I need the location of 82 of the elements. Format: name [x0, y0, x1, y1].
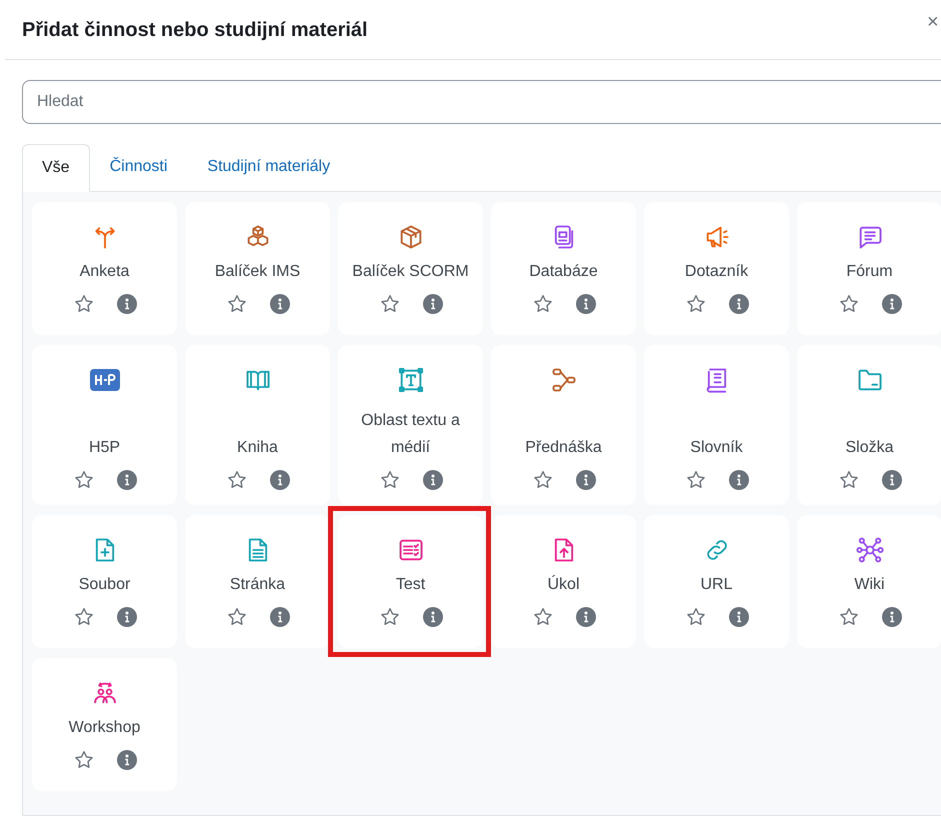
activity-label: Stránka: [228, 575, 286, 595]
activity-card[interactable]: Kniha: [185, 345, 330, 505]
activity-card[interactable]: Stránka: [185, 515, 330, 648]
info-icon[interactable]: [116, 470, 136, 490]
star-icon[interactable]: [226, 606, 248, 628]
activity-label: Dotazník: [684, 262, 750, 282]
tab[interactable]: Činnosti: [90, 143, 188, 191]
activity-label: Úkol: [546, 574, 580, 595]
star-icon[interactable]: [226, 469, 248, 491]
info-icon[interactable]: [728, 607, 748, 627]
tab[interactable]: Studijní materiály: [187, 143, 350, 191]
activity-card[interactable]: Úkol: [491, 515, 636, 648]
info-icon[interactable]: [270, 294, 290, 314]
info-icon[interactable]: [422, 470, 442, 490]
star-icon[interactable]: [72, 293, 94, 315]
activity-card[interactable]: Oblast textu a médií: [338, 345, 483, 505]
activity-label: Balíček IMS: [214, 262, 302, 282]
activity-label: Databáze: [528, 262, 599, 282]
activity-label: Přednáška: [524, 438, 603, 458]
info-icon[interactable]: [882, 294, 902, 314]
info-icon[interactable]: [422, 294, 442, 314]
activity-card[interactable]: H5P: [32, 345, 177, 505]
activity-label: Balíček SCORM: [351, 262, 470, 282]
activity-card[interactable]: Balíček IMS: [185, 202, 330, 335]
star-icon[interactable]: [532, 469, 554, 491]
info-icon[interactable]: [422, 607, 442, 627]
activity-label: Kniha: [236, 438, 279, 458]
activity-card[interactable]: URL: [644, 515, 789, 648]
star-icon[interactable]: [378, 606, 400, 628]
activity-label: URL: [699, 575, 734, 595]
activity-label: Složka: [844, 438, 895, 458]
activity-card[interactable]: Test: [338, 515, 483, 648]
star-icon[interactable]: [684, 293, 706, 315]
star-icon[interactable]: [838, 293, 860, 315]
info-icon[interactable]: [576, 294, 596, 314]
tab[interactable]: Vše: [22, 144, 90, 192]
activity-label: Anketa: [78, 262, 130, 282]
activity-label: Fórum: [845, 262, 894, 282]
info-icon[interactable]: [882, 470, 902, 490]
info-icon[interactable]: [116, 294, 136, 314]
activity-card[interactable]: Wiki: [797, 515, 941, 648]
activity-card[interactable]: Balíček SCORM: [338, 202, 483, 335]
activity-label: Soubor: [78, 575, 132, 595]
info-icon[interactable]: [270, 607, 290, 627]
activity-card[interactable]: Slovník: [644, 345, 789, 505]
star-icon[interactable]: [72, 606, 94, 628]
activity-card[interactable]: Složka: [797, 345, 941, 505]
info-icon[interactable]: [576, 470, 596, 490]
star-icon[interactable]: [378, 293, 400, 315]
activity-label: Test: [394, 575, 426, 595]
search-field[interactable]: Hledat: [22, 80, 941, 124]
star-icon[interactable]: [378, 469, 400, 491]
activity-card[interactable]: Soubor: [32, 515, 177, 648]
info-icon[interactable]: [116, 607, 136, 627]
activity-card[interactable]: Fórum: [797, 202, 941, 335]
info-icon[interactable]: [728, 294, 748, 314]
star-icon[interactable]: [532, 606, 554, 628]
dialog-title: Přidat činnost nebo studijní materiál: [22, 18, 368, 42]
activity-label: H5P: [88, 438, 122, 458]
star-icon[interactable]: [72, 469, 94, 491]
star-icon[interactable]: [532, 293, 554, 315]
activity-label: Slovník: [689, 438, 744, 458]
close-button[interactable]: ×: [927, 12, 939, 32]
activity-label: Oblast textu a médií: [360, 411, 461, 458]
star-icon[interactable]: [226, 293, 248, 315]
activity-card[interactable]: Dotazník: [644, 202, 789, 335]
activity-card[interactable]: Anketa: [32, 202, 177, 335]
star-icon[interactable]: [838, 606, 860, 628]
info-icon[interactable]: [270, 470, 290, 490]
star-icon[interactable]: [684, 606, 706, 628]
star-icon[interactable]: [838, 469, 860, 491]
star-icon[interactable]: [684, 469, 706, 491]
activity-label: Wiki: [853, 575, 886, 595]
activity-card[interactable]: Databáze: [491, 202, 636, 335]
activity-label: Workshop: [68, 718, 142, 738]
star-icon[interactable]: [72, 749, 94, 771]
activity-card[interactable]: Přednáška: [491, 345, 636, 505]
activity-card[interactable]: Workshop: [32, 658, 177, 791]
info-icon[interactable]: [116, 750, 136, 770]
info-icon[interactable]: [728, 470, 748, 490]
info-icon[interactable]: [882, 607, 902, 627]
info-icon[interactable]: [576, 607, 596, 627]
